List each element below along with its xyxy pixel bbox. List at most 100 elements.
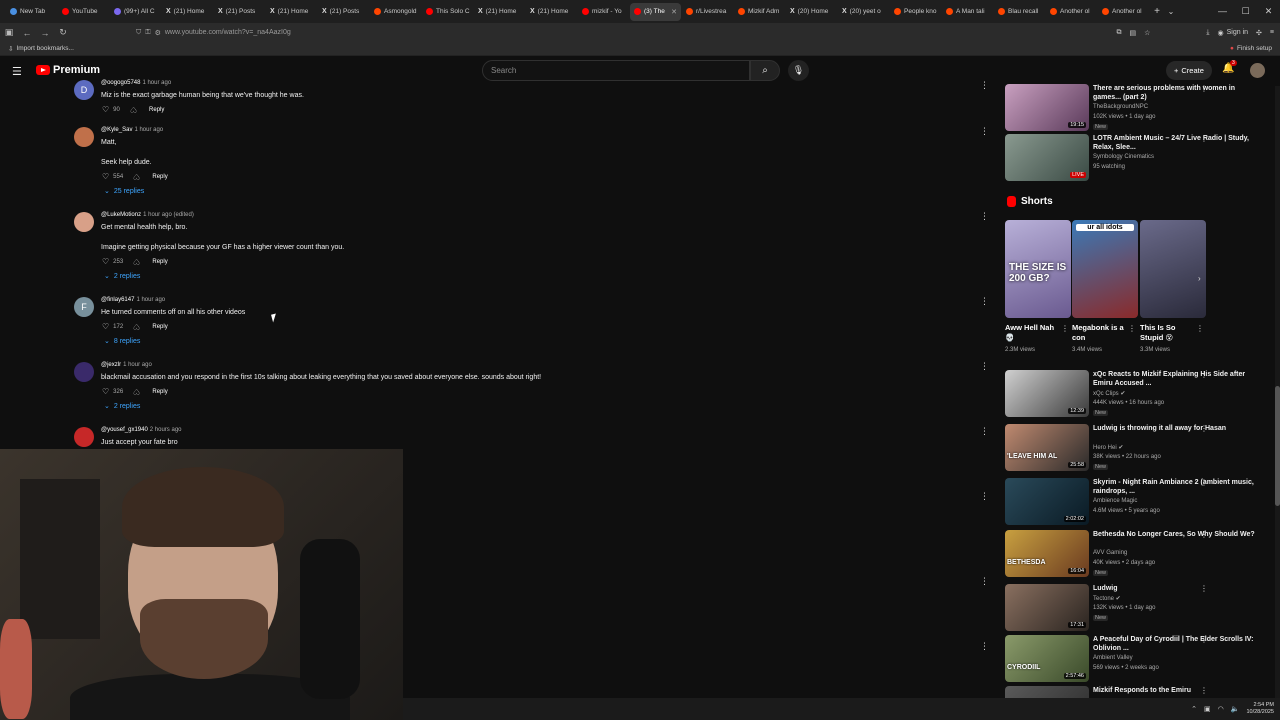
- channel-name[interactable]: AVV Gaming: [1093, 550, 1127, 556]
- finish-setup-button[interactable]: ● Finish setup: [1230, 45, 1272, 52]
- search-button[interactable]: ⌕: [750, 60, 780, 81]
- comment-menu-icon[interactable]: ⋮: [980, 641, 989, 652]
- video-title[interactable]: xQc Reacts to Mizkif Explaining His Side…: [1093, 370, 1258, 388]
- bookmark-star-icon[interactable]: ☆: [1144, 29, 1150, 37]
- video-thumbnail[interactable]: LIVE: [1005, 134, 1089, 181]
- like-icon[interactable]: ♡: [102, 257, 109, 266]
- channel-name[interactable]: Tectone ✔: [1093, 595, 1121, 602]
- key-icon[interactable]: ⚿: [145, 29, 150, 37]
- comment-menu-icon[interactable]: ⋮: [980, 426, 989, 437]
- browser-tab[interactable]: Another ol: [1098, 3, 1149, 21]
- comment-time[interactable]: 1 hour ago (edited): [143, 212, 194, 218]
- comment-menu-icon[interactable]: ⋮: [980, 80, 989, 91]
- video-thumbnail[interactable]: 'LEAVE HIM AL 25:58: [1005, 424, 1089, 471]
- site-info-icon[interactable]: ⚙: [155, 29, 161, 37]
- tab-search-icon[interactable]: ⌄: [1164, 7, 1178, 16]
- browser-tab[interactable]: Blau recall: [994, 3, 1045, 21]
- browser-tab[interactable]: (3) The ✕: [630, 2, 681, 21]
- browser-tab[interactable]: People kno: [890, 3, 941, 21]
- youtube-logo[interactable]: Premium: [36, 64, 100, 76]
- comment-menu-icon[interactable]: ⋮: [980, 211, 989, 222]
- voice-search-button[interactable]: 🎙: [788, 60, 809, 81]
- comment-avatar[interactable]: [74, 427, 94, 447]
- like-icon[interactable]: ♡: [102, 172, 109, 181]
- video-menu-icon[interactable]: ⋮: [1200, 84, 1208, 93]
- shorts-next-icon[interactable]: ›: [1198, 274, 1201, 283]
- dislike-icon[interactable]: ♡: [133, 322, 140, 331]
- dislike-icon[interactable]: ♡: [133, 387, 140, 396]
- channel-name[interactable]: Hero Hei ✔: [1093, 444, 1123, 451]
- hamburger-menu-icon[interactable]: ☰: [12, 65, 22, 78]
- video-menu-icon[interactable]: ⋮: [1200, 635, 1208, 644]
- reply-button[interactable]: Reply: [152, 174, 167, 180]
- short-card[interactable]: THE SIZE IS 200 GB? Aww Hell Nah 💀 2.3M vi…: [1005, 220, 1071, 353]
- comment-author[interactable]: @LukeMotionz: [101, 212, 141, 218]
- short-card[interactable]: ur all idots Megabonk is a con 3.4M views ⋮: [1072, 220, 1138, 353]
- browser-tab[interactable]: YouTube: [58, 3, 109, 21]
- comment-menu-icon[interactable]: ⋮: [980, 576, 989, 587]
- view-replies-button[interactable]: ⌄ 25 replies: [104, 187, 144, 196]
- comment-author[interactable]: @Kyle_Sav: [101, 127, 132, 133]
- comment-author[interactable]: @jexzlr: [101, 362, 121, 368]
- video-menu-icon[interactable]: ⋮: [1200, 584, 1208, 593]
- channel-name[interactable]: TheBackgroundNPC: [1093, 104, 1148, 110]
- extensions-icon[interactable]: ✣: [1256, 29, 1262, 37]
- import-bookmarks-link[interactable]: Import bookmarks...: [16, 45, 73, 52]
- channel-name[interactable]: Ambience Magic: [1093, 498, 1137, 504]
- comment-menu-icon[interactable]: ⋮: [980, 296, 989, 307]
- maximize-icon[interactable]: ☐: [1234, 0, 1257, 23]
- browser-tab[interactable]: Mizkif Adm: [734, 3, 785, 21]
- video-thumbnail[interactable]: CYRODIIL 2:57:46: [1005, 635, 1089, 682]
- video-menu-icon[interactable]: ⋮: [1200, 134, 1208, 143]
- video-title[interactable]: LOTR Ambient Music – 24/7 Live Radio | S…: [1093, 134, 1258, 152]
- account-avatar[interactable]: [1250, 63, 1265, 78]
- video-menu-icon[interactable]: ⋮: [1200, 478, 1208, 487]
- comment-avatar[interactable]: [74, 362, 94, 382]
- close-icon[interactable]: ✕: [1257, 0, 1280, 23]
- browser-tab[interactable]: New Tab: [6, 3, 57, 21]
- view-replies-button[interactable]: ⌄ 2 replies: [104, 402, 140, 411]
- browser-tab[interactable]: X (21) Home: [526, 3, 577, 21]
- menu-icon[interactable]: ≡: [1270, 29, 1274, 36]
- video-menu-icon[interactable]: ⋮: [1200, 370, 1208, 379]
- reply-button[interactable]: Reply: [149, 107, 164, 113]
- comment-menu-icon[interactable]: ⋮: [980, 126, 989, 137]
- channel-name[interactable]: Symbology Cinematics: [1093, 154, 1154, 160]
- browser-tab[interactable]: X (21) Home: [474, 3, 525, 21]
- like-icon[interactable]: ♡: [102, 105, 109, 114]
- browser-tab[interactable]: mizkif - Yo: [578, 3, 629, 21]
- address-bar[interactable]: ⛉ ⚿ ⚙ www.youtube.com/watch?v=_na4AazI0g: [136, 24, 1096, 41]
- comment-menu-icon[interactable]: ⋮: [980, 361, 989, 372]
- tray-app-icon[interactable]: ▣: [1204, 705, 1211, 713]
- short-thumbnail[interactable]: [1140, 220, 1206, 318]
- browser-tab[interactable]: (99+) All C: [110, 3, 161, 21]
- back-icon[interactable]: ←: [18, 28, 36, 38]
- reload-icon[interactable]: ↻: [54, 27, 72, 38]
- volume-icon[interactable]: 🔈: [1231, 705, 1240, 713]
- network-icon[interactable]: ◠: [1218, 705, 1224, 713]
- comment-author[interactable]: @oogogo5748: [101, 80, 140, 86]
- video-thumbnail[interactable]: 12:39: [1005, 370, 1089, 417]
- clock[interactable]: 2:54 PM 10/28/2025: [1246, 702, 1274, 716]
- video-title[interactable]: Ludwig: [1093, 584, 1258, 593]
- comment-avatar[interactable]: D: [74, 80, 94, 100]
- short-menu-icon[interactable]: ⋮: [1061, 324, 1069, 333]
- page-scrollbar[interactable]: [1275, 86, 1280, 698]
- channel-name[interactable]: xQc Clips ✔: [1093, 390, 1125, 397]
- search-input[interactable]: Search: [482, 60, 750, 81]
- browser-tab[interactable]: X (21) Home: [266, 3, 317, 21]
- comment-avatar[interactable]: [74, 127, 94, 147]
- video-title[interactable]: Mizkif Responds to the Emiru: [1093, 686, 1258, 695]
- reply-button[interactable]: Reply: [152, 324, 167, 330]
- browser-tab[interactable]: This Solo C: [422, 3, 473, 21]
- forward-icon[interactable]: →: [36, 28, 54, 38]
- notifications-button[interactable]: 🔔 3: [1222, 60, 1237, 74]
- short-thumbnail[interactable]: ur all idots: [1072, 220, 1138, 318]
- video-title[interactable]: A Peaceful Day of Cyrodiil | The Elder S…: [1093, 635, 1258, 653]
- browser-tab[interactable]: Asmongold: [370, 3, 421, 21]
- comment-time[interactable]: 2 hours ago: [150, 427, 182, 433]
- short-menu-icon[interactable]: ⋮: [1128, 324, 1136, 333]
- browser-tab[interactable]: Another ol: [1046, 3, 1097, 21]
- minimize-icon[interactable]: —: [1211, 0, 1234, 23]
- video-thumbnail[interactable]: BETHESDA 16:04: [1005, 530, 1089, 577]
